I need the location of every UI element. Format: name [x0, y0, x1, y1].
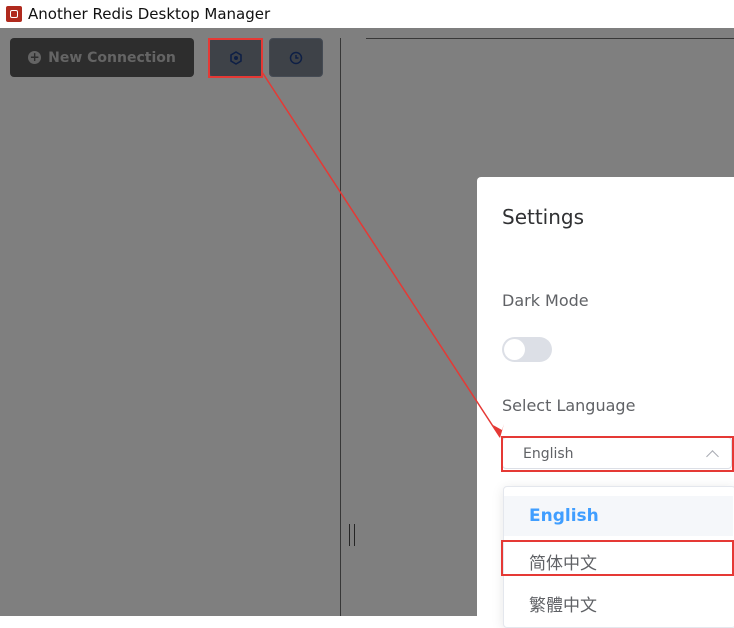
annotation-arrow	[261, 71, 504, 438]
